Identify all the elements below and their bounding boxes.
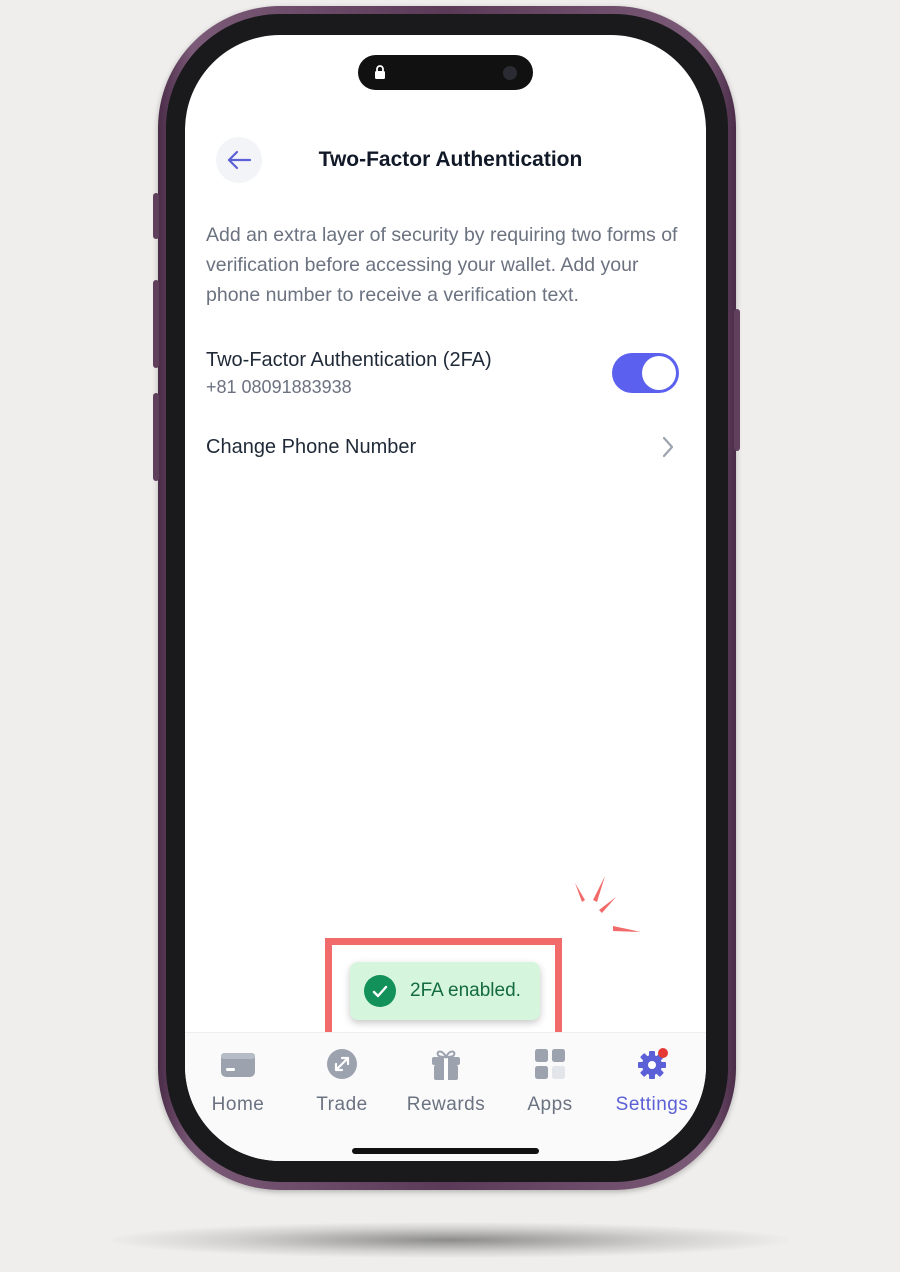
change-phone-number-row[interactable]: Change Phone Number	[206, 427, 676, 467]
tab-apps[interactable]: Apps	[498, 1047, 602, 1116]
camera-icon	[503, 66, 517, 80]
phone-screen: Two-Factor Authentication Add an extra l…	[185, 35, 706, 1161]
phone-shadow	[110, 1222, 790, 1258]
tab-settings-label: Settings	[615, 1094, 689, 1115]
tab-rewards-label: Rewards	[406, 1094, 486, 1115]
description-text: Add an extra layer of security by requir…	[206, 224, 678, 306]
change-phone-label: Change Phone Number	[206, 436, 417, 458]
volume-up-button	[153, 280, 159, 368]
tab-rewards[interactable]: Rewards	[394, 1047, 498, 1116]
tab-home-label: Home	[211, 1094, 265, 1115]
toggle-knob	[642, 356, 676, 390]
wallet-card-icon	[221, 1053, 255, 1077]
power-button	[734, 309, 740, 451]
bottom-tab-bar: Home Trade Rewards Apps Settings	[185, 1032, 706, 1161]
action-button	[153, 193, 159, 239]
tab-trade-label: Trade	[316, 1094, 368, 1115]
gear-icon	[638, 1048, 668, 1079]
volume-down-button	[153, 393, 159, 481]
sparkle-accent-icon	[575, 876, 641, 932]
gift-icon	[432, 1050, 460, 1080]
chevron-right-icon	[662, 436, 674, 458]
highlight-box	[325, 938, 562, 1045]
lock-icon	[375, 65, 385, 79]
home-indicator	[352, 1148, 539, 1154]
twofa-toggle[interactable]	[612, 353, 679, 393]
tab-home[interactable]: Home	[186, 1047, 290, 1116]
tab-apps-label: Apps	[527, 1094, 573, 1115]
tab-trade[interactable]: Trade	[290, 1047, 394, 1116]
dynamic-island	[358, 55, 533, 90]
page-title: Two-Factor Authentication	[318, 148, 583, 171]
tab-settings[interactable]: Settings	[600, 1047, 704, 1116]
trade-arrows-icon	[327, 1049, 357, 1079]
apps-grid-icon	[535, 1049, 565, 1079]
